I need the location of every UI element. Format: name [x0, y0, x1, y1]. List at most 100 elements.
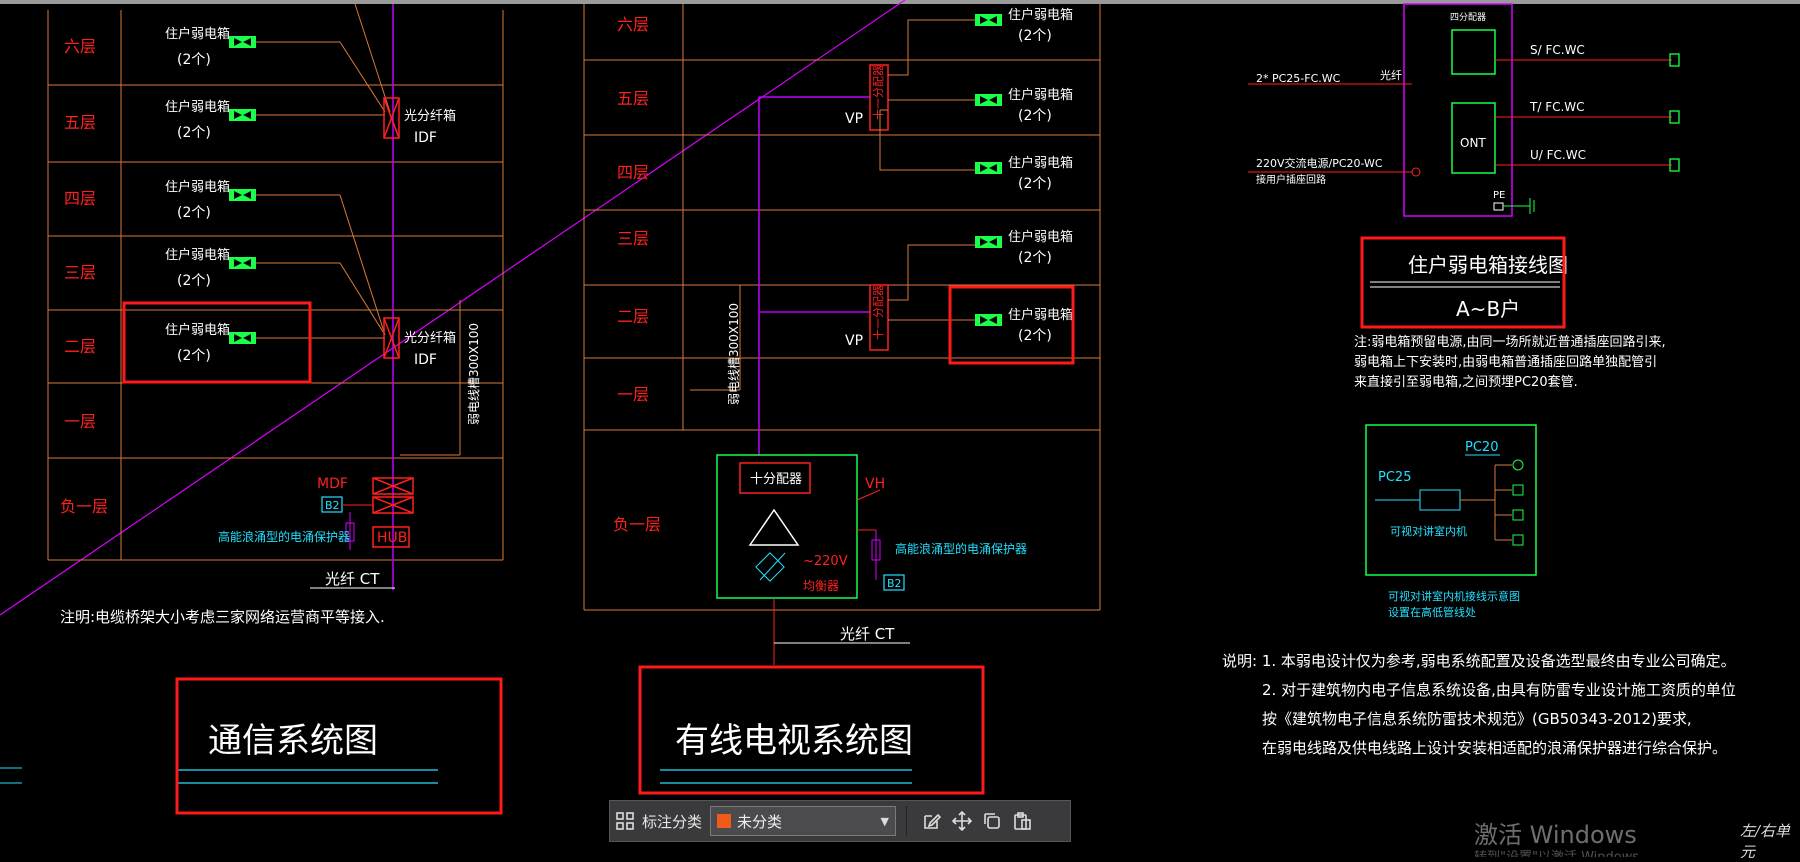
comm-floor-label: 负一层: [60, 497, 108, 516]
catv-floor-label: 负一层: [613, 515, 661, 534]
comm-box-label: 住户弱电箱: [165, 322, 230, 338]
fiber-in: 光纤: [1380, 68, 1402, 82]
highlight-comm-box: [122, 301, 312, 384]
voltage-label: ~220V: [803, 554, 848, 569]
explanation-line: 2. 对于建筑物内电子信息系统设备,由具有防雷专业设计施工资质的单位: [1262, 681, 1736, 699]
weak-box-icon: [229, 109, 256, 121]
comm-surge-label: 高能浪涌型的电涌保护器: [218, 529, 350, 544]
comm-box-count: (2个): [177, 273, 211, 289]
category-value: 未分类: [737, 812, 783, 831]
edit-icon[interactable]: [917, 806, 947, 836]
hub-label: HUB: [377, 530, 407, 546]
toolbar-divider: [906, 806, 908, 836]
catv-box-count: (2个): [1018, 176, 1052, 192]
mdf-label: MDF: [317, 476, 348, 492]
vp-upper: VP: [845, 111, 863, 127]
comm-floor-label: 六层: [64, 37, 96, 56]
idf-code-upper: IDF: [414, 130, 437, 146]
equalizer-label: 均衡器: [803, 579, 839, 593]
weak-box-icon: [229, 36, 256, 48]
distributor-label: 十分配器: [750, 472, 802, 487]
power-label: 220V交流电源/PC20-WC: [1256, 156, 1383, 170]
comm-box-count: (2个): [177, 348, 211, 364]
line-t: T/ FC.WC: [1529, 100, 1585, 114]
catv-box-label: 住户弱电箱: [1008, 307, 1073, 323]
wiring-note-line: 注:弱电箱预留电源,由同一场所就近普通插座回路引来,: [1354, 334, 1666, 350]
weak-box-icon: [229, 257, 256, 269]
activation-watermark: 激活 Windows: [1474, 821, 1637, 849]
copy-icon[interactable]: [977, 806, 1007, 836]
category-swatch: [717, 814, 732, 828]
catv-diagram: 六层五层四层三层二层一层负一层 住户弱电箱 (2个) 住户弱电箱 (2个) 住户弱电箱 (…: [583, 4, 1101, 795]
enclosure-label: 四分配器: [1450, 12, 1486, 23]
wiring-subtitle: A~B户: [1456, 297, 1520, 321]
comm-b2: B2: [325, 499, 340, 512]
intercom-note-2: 设置在高低管线处: [1388, 605, 1476, 619]
annotation-toolbar: 标注分类 未分类 ▼: [609, 800, 1071, 842]
paste-icon[interactable]: [1007, 806, 1037, 836]
pe-label: PE: [1493, 190, 1505, 201]
comm-box-count: (2个): [177, 52, 211, 68]
comm-fiber: 光纤 CT: [325, 570, 380, 588]
comm-box-count: (2个): [177, 205, 211, 221]
catv-floor-label: 一层: [617, 385, 649, 404]
idf-label-upper: 光分纤箱: [404, 108, 456, 124]
category-label: 标注分类: [642, 812, 703, 831]
catv-surge-label: 高能浪涌型的电涌保护器: [895, 541, 1027, 556]
catv-box-count: (2个): [1018, 250, 1052, 266]
catv-floor-label: 四层: [617, 163, 649, 182]
weak-box-icon: [229, 332, 256, 344]
wiring-note-line: 来直接引至弱电箱,之间预埋PC20套管.: [1354, 374, 1578, 390]
weak-box-icon: [975, 162, 1002, 174]
line-in: 2* PC25-FC.WC: [1256, 72, 1341, 85]
category-select[interactable]: 未分类 ▼: [710, 806, 897, 836]
explanation-line: 按《建筑物电子信息系统防雷技术规范》(GB50343-2012)要求,: [1262, 710, 1692, 728]
comm-title: 通信系统图: [208, 721, 378, 761]
wiring-diagram: 四分配器 ONT 2* PC25-FC.WC 光纤 S/ FC.WC T/ FC…: [1222, 3, 1736, 757]
pc20-label: PC20: [1465, 440, 1498, 455]
weak-box-icon: [229, 189, 256, 201]
comm-floor-label: 一层: [64, 412, 96, 431]
catv-box-count: (2个): [1018, 328, 1052, 344]
catv-b2: B2: [887, 577, 902, 590]
weak-box-icon: [975, 14, 1002, 26]
catv-box-label: 住户弱电箱: [1008, 229, 1073, 245]
comm-diagram: 六层五层四层三层二层一层负一层 住户弱电箱 (2个) 住户弱电箱 (2个) 住户弱电箱 (…: [0, 3, 504, 815]
wiring-note-line: 弱电箱上下安装时,由弱电箱普通插座回路单独配管引: [1354, 354, 1657, 370]
comm-box-label: 住户弱电箱: [165, 26, 230, 42]
comm-floor-label: 三层: [64, 263, 96, 282]
catv-fiber: 光纤 CT: [840, 625, 895, 643]
catv-box-count: (2个): [1018, 108, 1052, 124]
comm-floor-label: 四层: [64, 189, 96, 208]
weak-box-icon: [975, 314, 1002, 326]
splitter-upper: 十一分配器: [871, 65, 885, 120]
catv-floor-label: 六层: [617, 15, 649, 34]
catv-box-count: (2个): [1018, 28, 1052, 44]
vh-label: VH: [865, 476, 885, 492]
corner-label: 左/右单元: [1740, 822, 1791, 861]
intercom-label: 可视对讲室内机: [1390, 524, 1467, 538]
pc25-label: PC25: [1378, 470, 1411, 485]
catv-box-label: 住户弱电箱: [1008, 155, 1073, 171]
idf-code-lower: IDF: [414, 352, 437, 368]
comm-box-label: 住户弱电箱: [165, 179, 230, 195]
intercom-note-1: 可视对讲室内机接线示意图: [1388, 589, 1520, 603]
weak-box-icon: [975, 236, 1002, 248]
line-u: U/ FC.WC: [1530, 148, 1586, 162]
power-label-2: 接用户插座回路: [1256, 173, 1326, 186]
ont-label: ONT: [1460, 136, 1486, 150]
catv-box-label: 住户弱电箱: [1008, 7, 1073, 23]
comm-box-label: 住户弱电箱: [165, 99, 230, 115]
comm-note: 注明:电缆桥架大小考虑三家网络运营商平等接入.: [60, 608, 385, 626]
catv-floor-label: 二层: [617, 307, 649, 326]
comm-floor-label: 五层: [64, 113, 96, 132]
comm-tray-label: 弱电线槽300X100: [467, 323, 481, 425]
explanation-line: 在弱电线路及供电线路上设计安装相适配的浪涌保护器进行综合保护。: [1262, 739, 1727, 757]
comm-box-label: 住户弱电箱: [165, 247, 230, 263]
wiring-title: 住户弱电箱接线图: [1408, 253, 1568, 277]
grid-icon[interactable]: [610, 806, 640, 836]
move-icon[interactable]: [947, 806, 977, 836]
catv-tray-label: 弱电线槽300X100: [727, 303, 741, 405]
cad-drawing: 六层五层四层三层二层一层负一层 住户弱电箱 (2个) 住户弱电箱 (2个) 住户弱电箱 (…: [0, 0, 1800, 815]
idf-label-lower: 光分纤箱: [404, 330, 456, 346]
